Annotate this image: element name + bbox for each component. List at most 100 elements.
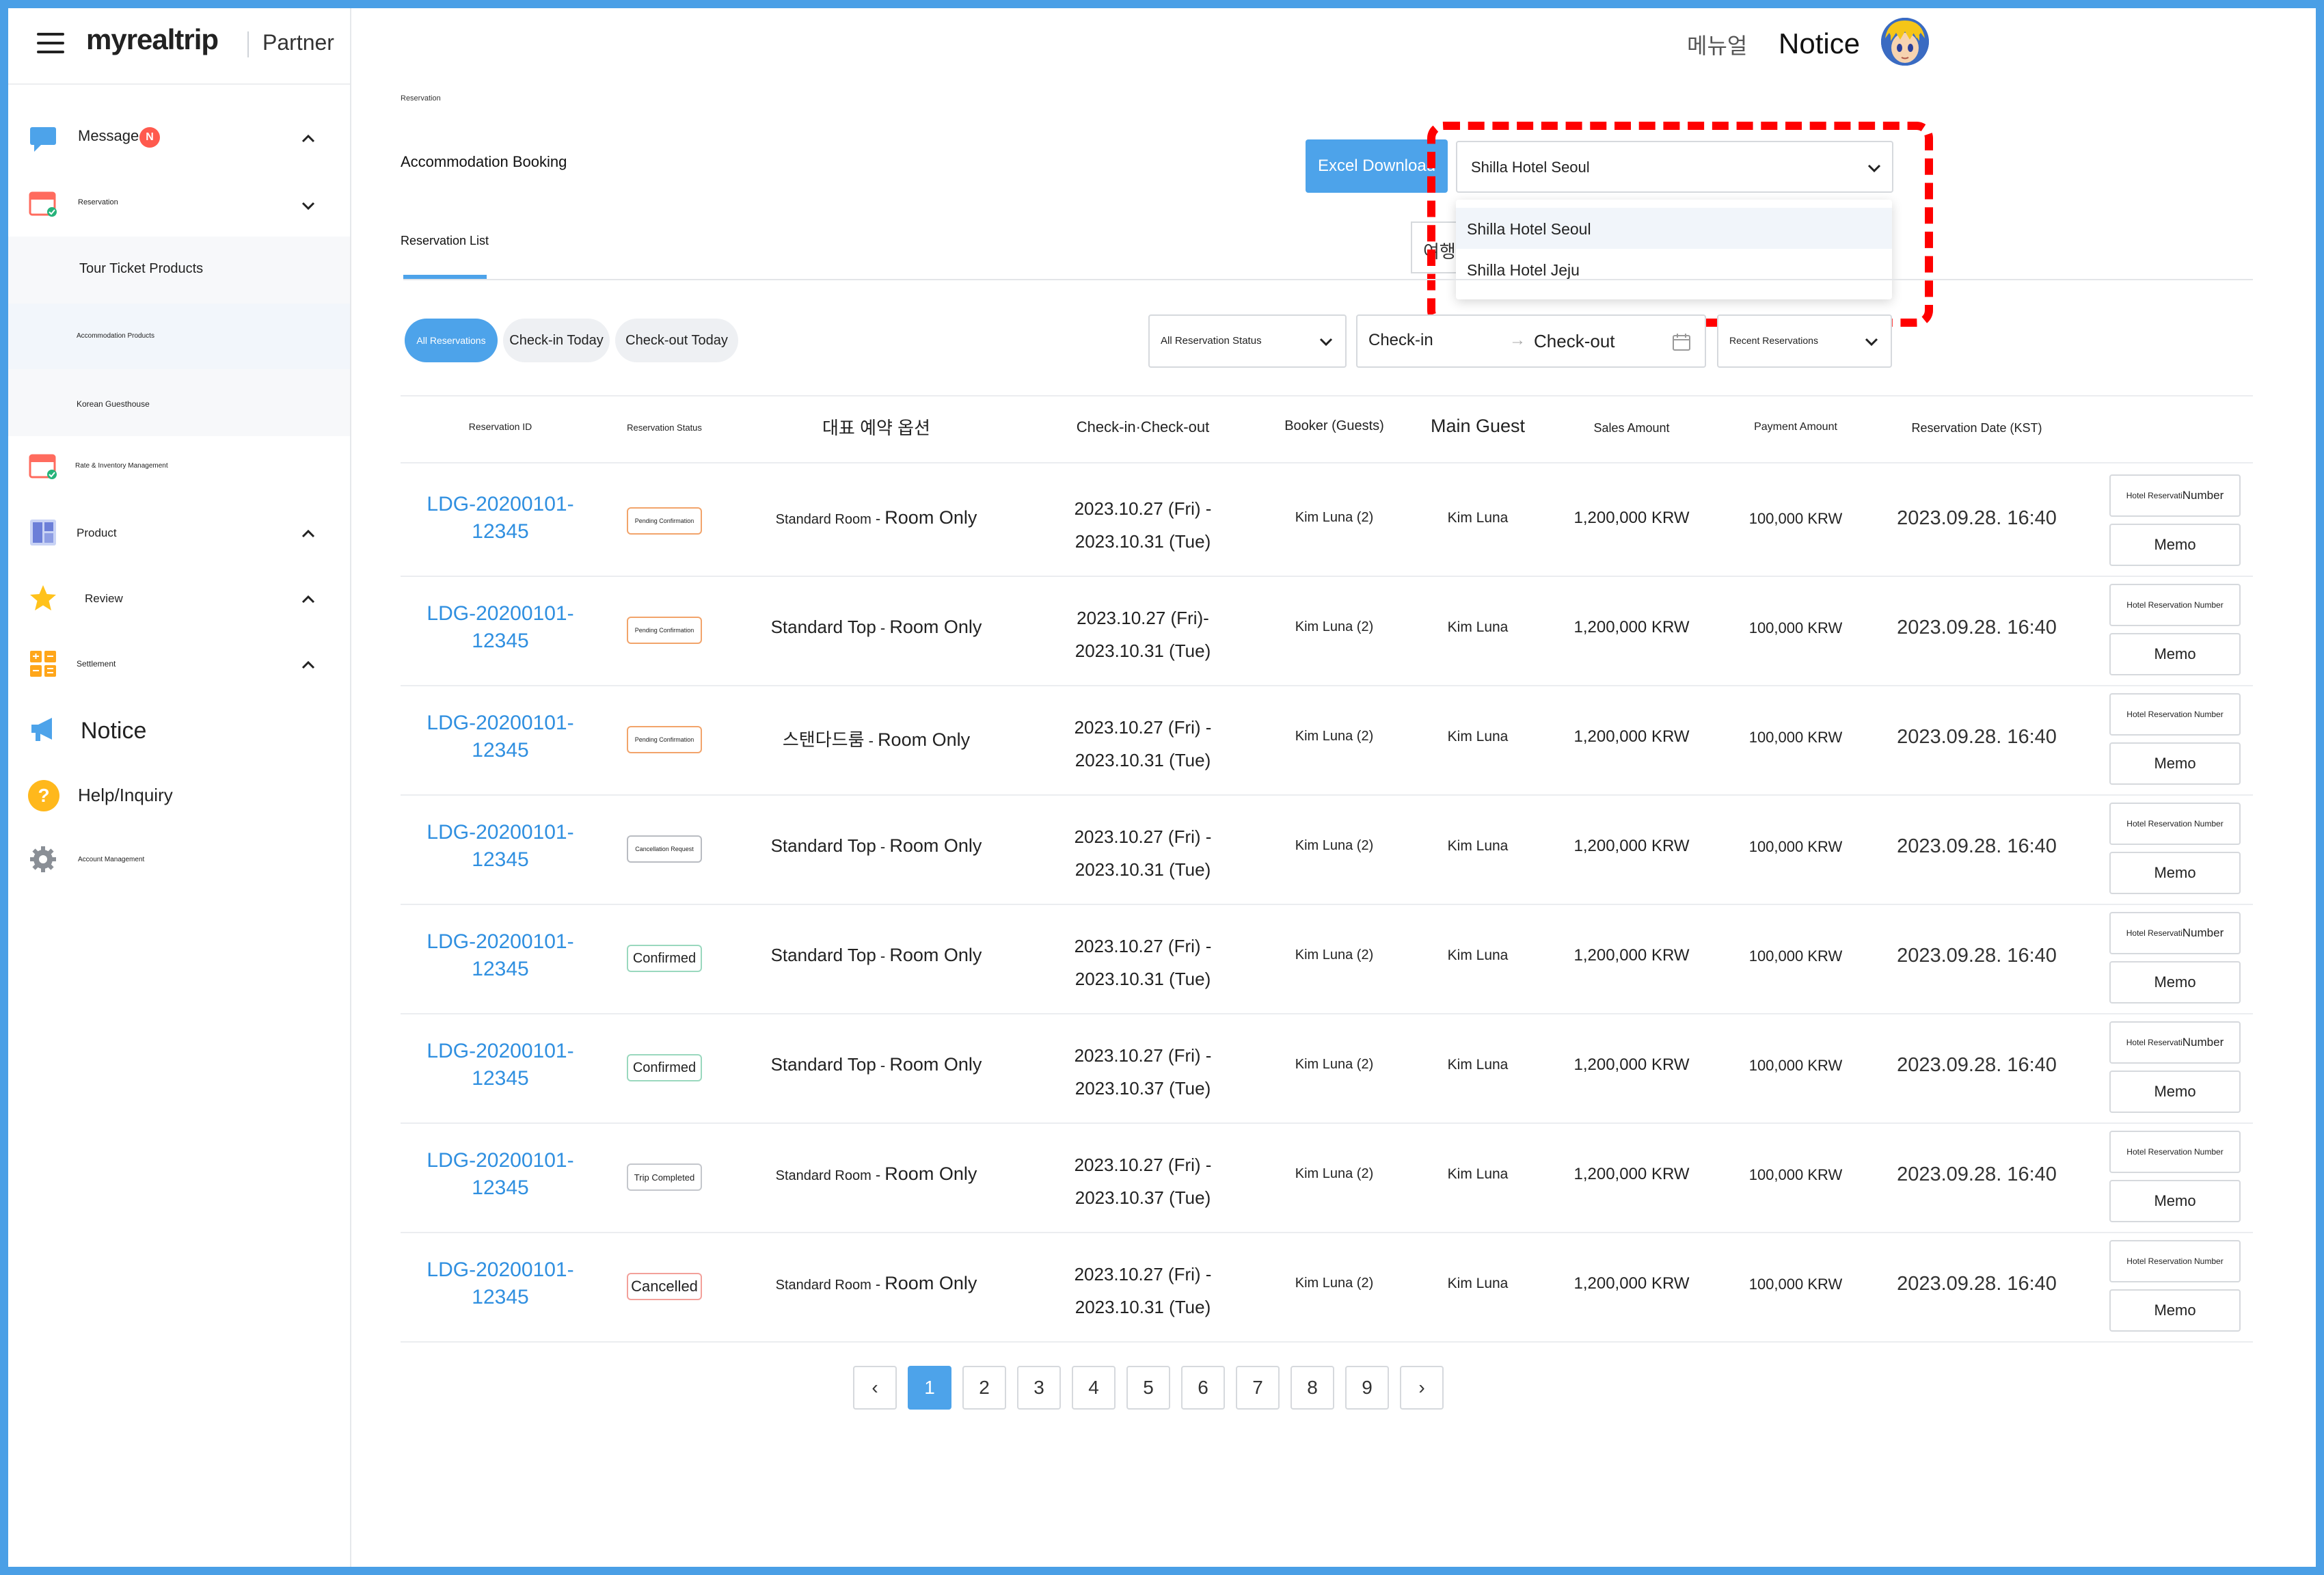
hotel-reservation-number-button[interactable]: Hotel Reservati Number	[2109, 912, 2241, 954]
header-main-guest: Main Guest	[1430, 416, 1526, 436]
menu-icon[interactable]	[37, 33, 64, 56]
main-guest: Kim Luna	[1447, 1166, 1509, 1182]
hotel-reservation-number-button[interactable]: Hotel Reservation Number	[2109, 693, 2241, 736]
reservation-id-link[interactable]: LDG-20200101- 12345	[411, 1256, 589, 1311]
reservation-id-line2: 12345	[472, 739, 529, 762]
hotel-reservation-number-button[interactable]: Hotel Reservation Number	[2109, 1131, 2241, 1173]
filter-checkout-today[interactable]: Check-out Today	[615, 319, 738, 362]
avatar[interactable]	[1881, 18, 1929, 66]
page-button[interactable]: 2	[962, 1366, 1006, 1410]
reservation-id-link[interactable]: LDG-20200101- 12345	[411, 491, 589, 546]
room-option: 스탠다드룸 - Room Only	[753, 726, 999, 751]
table-row[interactable]: LDG-20200101- 12345 Confirmed Standard Top …	[8, 905, 2316, 1014]
sort-select[interactable]: Recent Reservations	[1717, 314, 1892, 368]
sidebar-subitem-accommodation[interactable]: Accommodation Products	[8, 304, 350, 369]
memo-button[interactable]: Memo	[2109, 742, 2241, 785]
page-button[interactable]: 6	[1181, 1366, 1225, 1410]
chevron-up-icon[interactable]	[301, 131, 316, 146]
page-button[interactable]: 3	[1017, 1366, 1061, 1410]
notification-badge: N	[139, 127, 160, 148]
booker-guests: Kim Luna (2)	[1295, 510, 1374, 525]
rate-plan: Room Only	[884, 1273, 977, 1293]
option-separator: -	[876, 1057, 890, 1074]
hotel-select[interactable]: Shilla Hotel Seoul	[1456, 141, 1893, 193]
logo[interactable]: myrealtrip	[86, 23, 219, 56]
table-row[interactable]: LDG-20200101- 12345 Cancellation Request St…	[8, 796, 2316, 905]
room-option: Standard Room - Room Only	[753, 1273, 999, 1294]
hotel-reservation-number-button[interactable]: Hotel Reservati Number	[2109, 474, 2241, 517]
table-row[interactable]: LDG-20200101- 12345 Cancelled Standard Room…	[8, 1233, 2316, 1343]
breadcrumb[interactable]: Reservation	[401, 94, 441, 103]
prev-page-button[interactable]: ‹	[853, 1366, 897, 1410]
memo-button[interactable]: Memo	[2109, 1180, 2241, 1222]
option-separator: -	[876, 838, 890, 855]
page-button[interactable]: 5	[1126, 1366, 1170, 1410]
page-button[interactable]: 4	[1072, 1366, 1116, 1410]
reservation-id-line2: 12345	[472, 848, 529, 871]
table-row[interactable]: LDG-20200101- 12345 Pending Confirmation St…	[8, 468, 2316, 577]
reservation-date: 2023.09.28. 16:40	[1897, 1163, 2057, 1185]
table-row[interactable]: LDG-20200101- 12345 Pending Confirmation 스탠…	[8, 686, 2316, 796]
memo-button[interactable]: Memo	[2109, 524, 2241, 566]
reservation-id-link[interactable]: LDG-20200101- 12345	[411, 1038, 589, 1092]
reservation-id-link[interactable]: LDG-20200101- 12345	[411, 819, 589, 874]
page-button[interactable]: 1	[908, 1366, 951, 1410]
calendar-icon[interactable]	[1672, 332, 1691, 351]
search-input[interactable]: 여행	[1411, 221, 1459, 273]
reservation-id-line2: 12345	[472, 1176, 529, 1199]
rate-plan: Room Only	[889, 1054, 982, 1075]
main-guest: Kim Luna	[1447, 510, 1509, 526]
rate-plan: Room Only	[889, 835, 982, 856]
reservation-status-select[interactable]: All Reservation Status	[1148, 314, 1347, 368]
room-name: Standard Top	[770, 835, 876, 856]
sidebar-subitem-guesthouse[interactable]: Korean Guesthouse	[8, 371, 350, 436]
hotel-option-seoul[interactable]: Shilla Hotel Seoul	[1456, 208, 1892, 249]
hotel-option-jeju[interactable]: Shilla Hotel Jeju	[1456, 249, 1892, 290]
notice-link[interactable]: Notice	[1779, 27, 1860, 60]
sidebar-item-reservation[interactable]: Reservation	[8, 185, 350, 227]
table-row[interactable]: LDG-20200101- 12345 Confirmed Standard Top …	[8, 1014, 2316, 1124]
hotel-reservation-number-button[interactable]: Hotel Reservati Number	[2109, 1021, 2241, 1064]
hotel-reservation-number-button[interactable]: Hotel Reservation Number	[2109, 803, 2241, 845]
reservation-id-line2: 12345	[472, 520, 529, 543]
excel-download-button[interactable]: Excel Download	[1306, 139, 1448, 193]
sidebar-subitem-tour[interactable]: Tour Ticket Products	[8, 237, 350, 302]
status-badge: Pending Confirmation	[627, 617, 702, 644]
memo-button[interactable]: Memo	[2109, 1071, 2241, 1113]
filter-all-reservations[interactable]: All Reservations	[405, 319, 498, 362]
tab-reservation-list[interactable]: Reservation List	[401, 234, 489, 248]
reservation-id-line2: 12345	[472, 958, 529, 980]
reservation-id-link[interactable]: LDG-20200101- 12345	[411, 928, 589, 983]
manual-link[interactable]: 메뉴얼	[1687, 29, 1747, 60]
payment-amount: 100,000 KRW	[1748, 1166, 1843, 1183]
reservation-id-link[interactable]: LDG-20200101- 12345	[411, 710, 589, 764]
sales-amount: 1,200,000 KRW	[1573, 509, 1690, 527]
sidebar-item-message[interactable]: Message N	[8, 118, 350, 160]
stay-dates: 2023.10.27 (Fri) - 2023.10.31 (Tue)	[1033, 930, 1252, 995]
sidebar-header: myrealtrip Partner	[8, 8, 350, 85]
memo-button[interactable]: Memo	[2109, 1289, 2241, 1332]
filter-checkin-today[interactable]: Check-in Today	[503, 319, 610, 362]
page-button[interactable]: 7	[1236, 1366, 1280, 1410]
sales-amount: 1,200,000 KRW	[1573, 1055, 1690, 1074]
memo-button[interactable]: Memo	[2109, 852, 2241, 894]
memo-button[interactable]: Memo	[2109, 633, 2241, 675]
hotel-reservation-number-button[interactable]: Hotel Reservation Number	[2109, 1240, 2241, 1282]
memo-button[interactable]: Memo	[2109, 961, 2241, 1004]
reservation-id-link[interactable]: LDG-20200101- 12345	[411, 1147, 589, 1202]
header-reservation-date: Reservation Date (KST)	[1911, 421, 2042, 435]
page-button[interactable]: 9	[1345, 1366, 1389, 1410]
table-row[interactable]: LDG-20200101- 12345 Pending Confirmation St…	[8, 577, 2316, 686]
hotel-reservation-number-button[interactable]: Hotel Reservation Number	[2109, 584, 2241, 626]
header-booker: Booker (Guests)	[1284, 418, 1384, 433]
page-button[interactable]: 8	[1291, 1366, 1334, 1410]
rate-plan: Room Only	[889, 617, 982, 637]
date-range-picker[interactable]: Check-in → Check-out	[1356, 314, 1706, 368]
hotel-number-button-suffix: Number	[2182, 926, 2224, 939]
booker-guests: Kim Luna (2)	[1295, 1276, 1374, 1291]
table-row[interactable]: LDG-20200101- 12345 Trip Completed Standard…	[8, 1124, 2316, 1233]
next-page-button[interactable]: ›	[1400, 1366, 1444, 1410]
reservation-id-link[interactable]: LDG-20200101- 12345	[411, 600, 589, 655]
hotel-number-button-label: Hotel Reservation Number	[2126, 1147, 2224, 1157]
chevron-down-icon[interactable]	[301, 198, 316, 213]
